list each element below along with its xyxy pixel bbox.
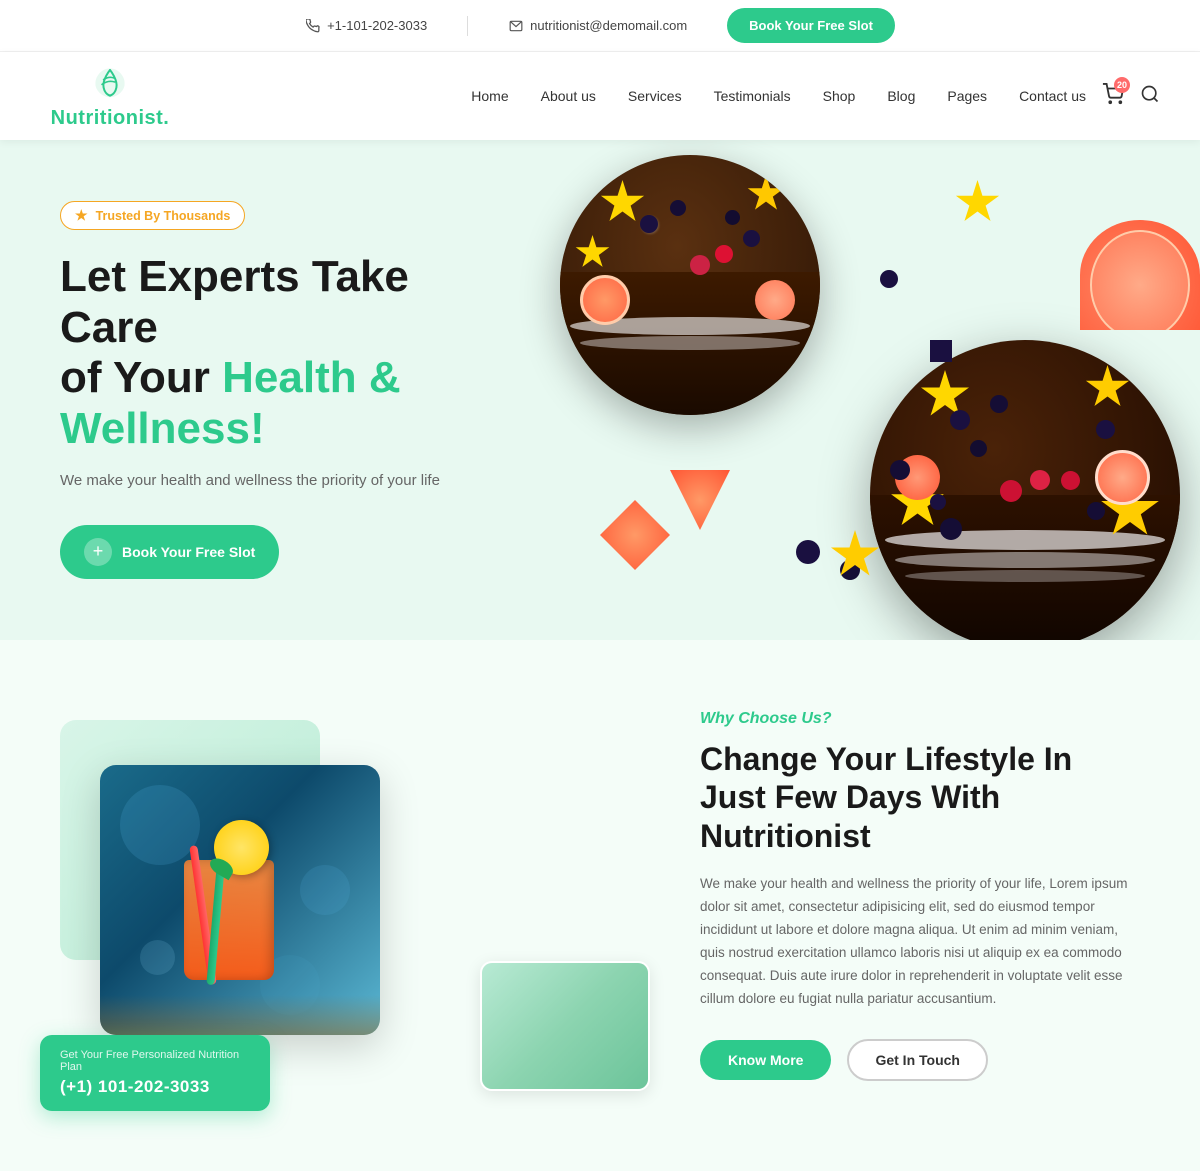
nav-shop[interactable]: Shop [823,88,856,104]
hero-heading-line2-plain: of Your [60,353,222,402]
nav-contact[interactable]: Contact us [1019,88,1086,104]
nav-about[interactable]: About us [541,88,596,104]
hero-content: ★ Trusted By Thousands Let Experts Take … [0,141,520,639]
grapefruit-large [1080,220,1200,330]
logo-text: Nutritionist. [51,107,170,130]
search-icon [1140,84,1160,104]
hero-section: ★ Trusted By Thousands Let Experts Take … [0,140,1200,640]
blueberry-1 [930,340,952,362]
why-heading-line1: Change Your Lifestyle In [700,741,1072,777]
bowl-1 [560,155,820,415]
cart-icon-wrap[interactable]: 20 [1102,83,1124,110]
hero-images [500,140,1200,640]
nav-testimonials[interactable]: Testimonials [714,88,791,104]
star-icon: ★ [75,207,88,224]
hero-cta-button[interactable]: + Book Your Free Slot [60,525,279,579]
hero-heading-line1: Let Experts Take Care [60,252,409,352]
why-label: Why Choose Us? [700,710,1140,728]
logo: Nutritionist. [40,52,200,140]
email-address: nutritionist@demomail.com [530,18,687,33]
phone-number: +1-101-202-3033 [327,18,427,33]
phone-icon [305,18,321,34]
hero-heading: Let Experts Take Care of Your Health & W… [60,252,460,454]
blueberry-5 [796,540,820,564]
main-nav: Home About us Services Testimonials Shop… [471,88,1086,104]
know-more-button[interactable]: Know More [700,1040,831,1080]
nav-blog[interactable]: Blog [887,88,915,104]
cta-buttons: Know More Get In Touch [700,1039,1140,1081]
blueberry-4 [940,518,962,540]
callout-card: Get Your Free Personalized Nutrition Pla… [40,1035,270,1111]
why-heading: Change Your Lifestyle In Just Few Days W… [700,740,1140,855]
search-icon-wrap[interactable] [1140,84,1160,109]
image-side: Get Your Free Personalized Nutrition Pla… [0,680,660,1111]
main-header: Nutritionist. Home About us Services Tes… [0,52,1200,140]
plus-icon: + [84,538,112,566]
get-in-touch-button[interactable]: Get In Touch [847,1039,988,1081]
secondary-card [480,961,650,1091]
nav-home[interactable]: Home [471,88,508,104]
hero-subtext: We make your health and wellness the pri… [60,470,460,493]
star-fruit-scattered [955,180,1000,225]
blueberry-3 [880,270,898,288]
cart-badge: 20 [1114,77,1130,93]
nav-icons: 20 [1102,83,1160,110]
logo-icon [86,62,134,107]
drink-image [100,765,380,1035]
bowl-2 [870,340,1180,640]
trusted-text: Trusted By Thousands [96,209,231,223]
divider [467,16,468,36]
why-section: Get Your Free Personalized Nutrition Pla… [0,640,1200,1171]
grapefruit-piece-2 [670,470,730,530]
why-heading-line2: Just Few Days With Nutritionist [700,779,1000,853]
phone-contact: +1-101-202-3033 [305,18,427,34]
blueberry-2 [890,460,910,480]
nav-services[interactable]: Services [628,88,682,104]
content-side: Why Choose Us? Change Your Lifestyle In … [660,680,1200,1111]
top-bar: +1-101-202-3033 nutritionist@demomail.co… [0,0,1200,52]
book-free-slot-top-button[interactable]: Book Your Free Slot [727,8,895,43]
why-body: We make your health and wellness the pri… [700,873,1140,1011]
callout-label: Get Your Free Personalized Nutrition Pla… [60,1049,250,1073]
email-icon [508,18,524,34]
trusted-badge: ★ Trusted By Thousands [60,201,245,230]
logo-name: Nutritionist. [51,107,170,129]
callout-phone: (+1) 101-202-3033 [60,1077,250,1097]
nav-pages[interactable]: Pages [947,88,987,104]
grapefruit-piece-1 [600,500,670,570]
email-contact: nutritionist@demomail.com [508,18,687,34]
hero-cta-label: Book Your Free Slot [122,544,255,560]
